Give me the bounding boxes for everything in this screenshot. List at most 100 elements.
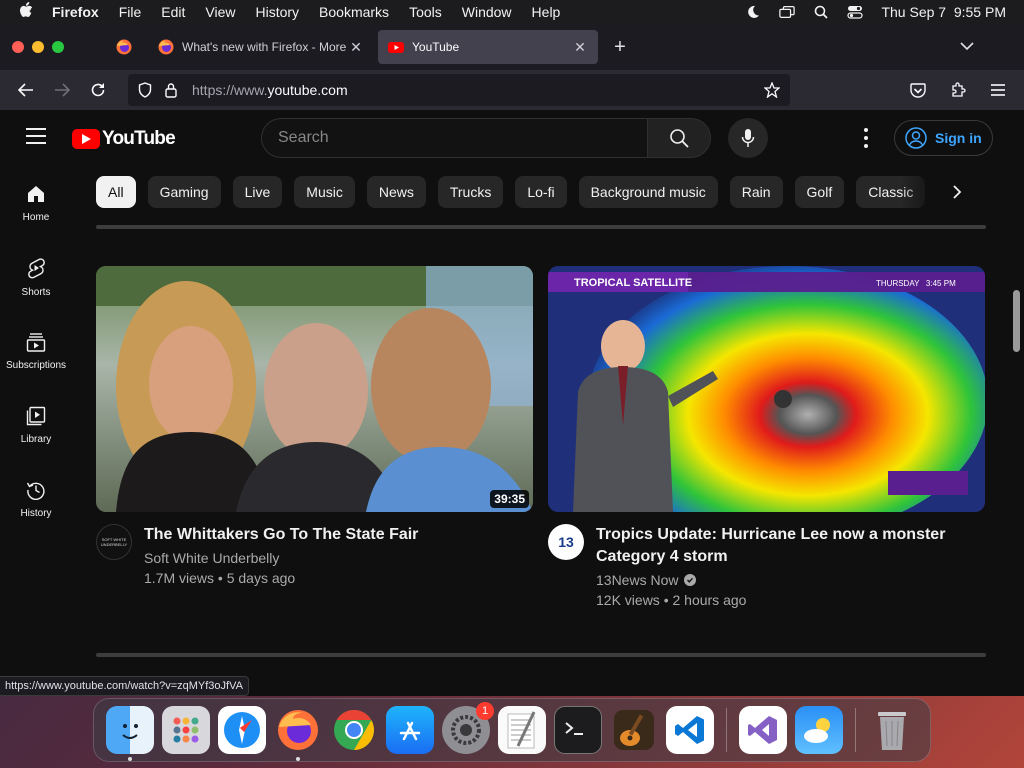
close-tab-icon[interactable]: ✕ xyxy=(348,39,364,56)
category-chip-bar: All Gaming Live Music News Trucks Lo-fi … xyxy=(96,176,966,208)
menu-window[interactable]: Window xyxy=(452,4,522,20)
chip-music[interactable]: Music xyxy=(294,176,355,208)
youtube-logo[interactable]: YouTube xyxy=(72,128,176,150)
pocket-button[interactable] xyxy=(900,74,936,106)
visual-studio-icon[interactable] xyxy=(739,706,787,754)
lock-icon[interactable] xyxy=(164,82,178,98)
close-tab-icon[interactable]: ✕ xyxy=(572,39,588,56)
firefox-window: What's new with Firefox - More ✕ YouTube… xyxy=(0,24,1024,696)
tab-title: What's new with Firefox - More xyxy=(182,40,347,54)
chip-background-music[interactable]: Background music xyxy=(578,176,718,208)
new-tab-button[interactable]: + xyxy=(602,36,638,59)
sign-in-button[interactable]: Sign in xyxy=(894,120,993,156)
launchpad-icon[interactable] xyxy=(162,706,210,754)
search-button[interactable] xyxy=(647,118,711,158)
channel-avatar[interactable]: 13 xyxy=(548,524,584,560)
trash-icon[interactable] xyxy=(868,706,916,754)
chevron-right-icon xyxy=(953,185,962,199)
shield-icon[interactable] xyxy=(138,82,152,98)
voice-search-button[interactable] xyxy=(728,118,768,158)
sidebar-item-subscriptions[interactable]: Subscriptions xyxy=(0,314,72,388)
menu-view[interactable]: View xyxy=(195,4,245,20)
firefox-view-tab[interactable] xyxy=(100,39,148,55)
youtube-play-icon xyxy=(72,129,100,149)
spotlight-search-icon[interactable] xyxy=(813,5,829,19)
vscode-icon[interactable] xyxy=(666,706,714,754)
video-card[interactable]: 39:35 SOFT WHITE UNDERBELLY The Whittake… xyxy=(96,266,533,586)
chip-live[interactable]: Live xyxy=(232,176,283,208)
chip-rain[interactable]: Rain xyxy=(729,176,783,208)
menu-app-name[interactable]: Firefox xyxy=(52,4,109,20)
menu-edit[interactable]: Edit xyxy=(151,4,195,20)
close-window-button[interactable] xyxy=(12,41,24,53)
back-button[interactable] xyxy=(8,74,44,106)
video-thumbnail[interactable]: 39:35 xyxy=(96,266,533,512)
screen-mirroring-icon[interactable] xyxy=(779,5,796,19)
extensions-button[interactable] xyxy=(940,74,976,106)
tab-youtube[interactable]: YouTube ✕ xyxy=(378,30,598,64)
control-center-icon[interactable] xyxy=(847,5,864,19)
chip-all[interactable]: All xyxy=(96,176,136,208)
menu-tools[interactable]: Tools xyxy=(399,4,452,20)
page-scrollbar[interactable] xyxy=(1013,290,1020,352)
video-duration-badge: 39:35 xyxy=(490,490,529,508)
tab-whats-new[interactable]: What's new with Firefox - More ✕ xyxy=(148,30,374,64)
search-input[interactable] xyxy=(261,118,648,158)
app-store-icon[interactable] xyxy=(386,706,434,754)
video-card[interactable]: TROPICAL SATELLITE THURSDAY 3:45 PM 13 T… xyxy=(548,266,985,608)
zoom-window-button[interactable] xyxy=(52,41,64,53)
sidebar-item-history[interactable]: History xyxy=(0,462,72,536)
reload-button[interactable] xyxy=(80,74,116,106)
textedit-icon[interactable] xyxy=(498,706,546,754)
channel-name[interactable]: Soft White Underbelly xyxy=(144,550,418,566)
sidebar-item-library[interactable]: Library xyxy=(0,388,72,462)
finder-icon[interactable] xyxy=(106,706,154,761)
address-bar[interactable]: https://www.youtube.com xyxy=(128,74,790,106)
app-menu-button[interactable] xyxy=(980,74,1016,106)
tab-strip: What's new with Firefox - More ✕ YouTube… xyxy=(0,24,1024,70)
youtube-wordmark: YouTube xyxy=(102,128,176,149)
menu-file[interactable]: File xyxy=(109,4,152,20)
menu-clock[interactable]: Thu Sep 7 9:55 PM xyxy=(881,4,1006,20)
chip-lofi[interactable]: Lo-fi xyxy=(515,176,567,208)
search-icon xyxy=(670,129,689,148)
window-controls xyxy=(0,41,100,53)
home-icon xyxy=(28,185,44,202)
video-thumbnail[interactable]: TROPICAL SATELLITE THURSDAY 3:45 PM xyxy=(548,266,985,512)
microphone-icon xyxy=(741,129,755,147)
weather-icon[interactable] xyxy=(795,706,843,754)
system-settings-icon[interactable]: 1 xyxy=(442,702,494,754)
bookmark-star-icon[interactable] xyxy=(764,82,780,98)
thumbnail-overlay-time: THURSDAY 3:45 PM xyxy=(876,279,956,288)
safari-icon[interactable] xyxy=(218,706,266,754)
video-title[interactable]: Tropics Update: Hurricane Lee now a mons… xyxy=(596,524,985,568)
menu-help[interactable]: Help xyxy=(522,4,571,20)
chip-news[interactable]: News xyxy=(366,176,426,208)
dark-mode-icon[interactable] xyxy=(745,5,761,19)
garageband-icon[interactable] xyxy=(610,706,658,754)
channel-avatar[interactable]: SOFT WHITE UNDERBELLY xyxy=(96,524,132,560)
minimize-window-button[interactable] xyxy=(32,41,44,53)
apple-menu-icon[interactable] xyxy=(0,2,52,22)
guide-menu-button[interactable] xyxy=(26,128,46,149)
forward-button[interactable] xyxy=(44,74,80,106)
channel-name[interactable]: 13News Now xyxy=(596,572,985,588)
menu-history[interactable]: History xyxy=(245,4,309,20)
sidebar-item-shorts[interactable]: Shorts xyxy=(0,240,72,314)
chip-scroll-next-button[interactable] xyxy=(942,176,972,208)
menu-bookmarks[interactable]: Bookmarks xyxy=(309,4,399,20)
terminal-icon[interactable] xyxy=(554,706,602,754)
sidebar-item-label: History xyxy=(20,507,52,519)
sidebar-item-label: Subscriptions xyxy=(5,359,67,371)
firefox-dock-icon[interactable] xyxy=(274,706,322,761)
chevron-down-icon xyxy=(960,42,974,51)
chip-trucks[interactable]: Trucks xyxy=(437,176,504,208)
sidebar-item-home[interactable]: Home xyxy=(0,166,72,240)
chip-golf[interactable]: Golf xyxy=(794,176,845,208)
list-all-tabs-button[interactable] xyxy=(960,38,974,56)
chip-gaming[interactable]: Gaming xyxy=(147,176,221,208)
chrome-icon[interactable] xyxy=(330,706,378,754)
settings-more-button[interactable] xyxy=(856,128,876,148)
section-divider xyxy=(96,653,986,657)
video-title[interactable]: The Whittakers Go To The State Fair xyxy=(144,524,418,546)
